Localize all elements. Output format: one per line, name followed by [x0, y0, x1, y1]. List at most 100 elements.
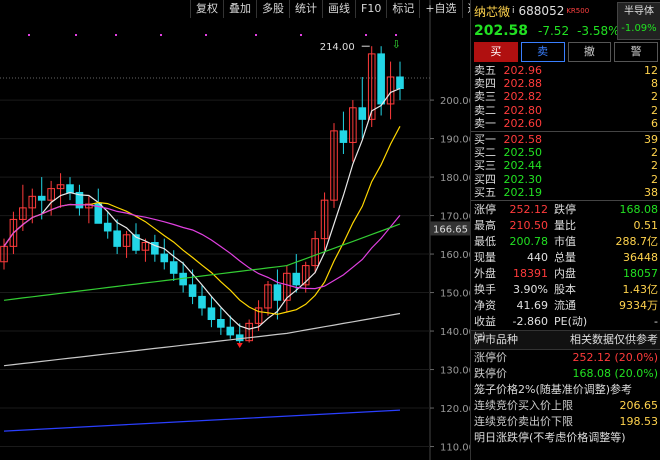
ask-row[interactable]: 卖一 202.60 6	[471, 117, 660, 130]
stat-value: 41.69	[516, 298, 549, 312]
bid-row[interactable]: 买五 202.19 38	[471, 186, 660, 199]
level-label: 卖五	[474, 64, 496, 77]
stat-key: 换手	[474, 282, 496, 296]
toolbar-item-4[interactable]: 画线	[322, 0, 355, 18]
cancel-button[interactable]: 撤	[567, 42, 612, 62]
candle-body	[358, 107, 367, 120]
level-label: 卖四	[474, 77, 496, 91]
sector-name: 半导体	[624, 6, 654, 17]
cage-note: 笼子价格2%(随基准价调整)参考	[474, 382, 633, 396]
ask-row[interactable]: 卖二 202.80 2	[471, 104, 660, 117]
y-tick-label: 130.00	[440, 366, 470, 377]
stat-key: 流通	[554, 298, 576, 312]
stat-value: -2.860	[512, 314, 548, 328]
stat-key: 市值	[554, 234, 576, 248]
stat-key: PE(动)	[554, 314, 588, 328]
stat-value: 0.51	[633, 218, 659, 232]
candle-body	[103, 222, 112, 232]
candle-body	[292, 272, 301, 286]
stat-row: 最高 210.50 量比 0.51	[471, 218, 660, 234]
stat-value: 210.50	[509, 218, 549, 232]
event-dot	[115, 34, 117, 36]
y-tick-label: 200.00	[440, 96, 470, 107]
limit-up-row: 涨停价 252.12 (20.0%)	[471, 350, 660, 366]
toolbar-item-5[interactable]: F10	[355, 0, 386, 18]
low-marker	[236, 342, 243, 348]
y-tick-label: 140.00	[440, 327, 470, 338]
toolbar-item-3[interactable]: 统计	[289, 0, 322, 18]
sell-lower-value: 198.53	[619, 414, 659, 428]
section-right: 相关数据仅供参考	[570, 332, 658, 346]
kline-chart[interactable]: 110.00 120.00 130.00 140.00 150.00 160.00 170.…	[0, 0, 470, 460]
candle-body	[188, 284, 197, 297]
chart-toolbar: 复权叠加多股统计画线F10标记+自选返回	[190, 0, 490, 18]
ma250-line	[3, 409, 401, 432]
stats-table: 涨停 252.12 跌停 168.08 最高 210.50 量比 0.51 最低 200.78 市值…	[471, 202, 660, 344]
level-label: 买二	[474, 146, 496, 160]
level-price: 202.30	[503, 172, 543, 186]
divider	[471, 130, 660, 132]
level-label: 卖一	[474, 116, 496, 130]
stock-code: 688052	[518, 4, 565, 18]
candle-body	[273, 284, 282, 301]
level-volume: 2	[651, 146, 658, 160]
bid-row[interactable]: 买三 202.44 2	[471, 159, 660, 172]
event-dot	[160, 34, 162, 36]
level-volume: 2	[651, 159, 658, 173]
limit-up-value: 252.12 (20.0%)	[572, 350, 658, 364]
section-left: 沪市品种	[474, 332, 518, 346]
toolbar-item-6[interactable]: 标记	[386, 0, 419, 18]
level-volume: 2	[651, 103, 658, 117]
bid-row[interactable]: 买四 202.30 2	[471, 173, 660, 186]
candle-body	[160, 253, 169, 263]
stat-key: 涨停	[474, 202, 496, 216]
candle-body	[396, 76, 404, 90]
level-volume: 38	[644, 185, 658, 199]
stat-value: -	[654, 314, 658, 328]
ask-row[interactable]: 卖五 202.96 12	[471, 64, 660, 77]
level-volume: 12	[644, 64, 658, 77]
bid-row[interactable]: 买二 202.50 2	[471, 146, 660, 159]
toolbar-item-1[interactable]: 叠加	[223, 0, 256, 18]
candle-body	[226, 326, 235, 336]
toolbar-item-7[interactable]: +自选	[419, 0, 461, 18]
section-header[interactable]: 沪市品种 相关数据仅供参考	[471, 329, 660, 350]
y-tick-label: 190.00	[440, 135, 470, 146]
ask-row[interactable]: 卖三 202.82 2	[471, 90, 660, 103]
sector-box[interactable]: 半导体 -1.09%	[617, 2, 660, 40]
alert-button[interactable]: 警	[614, 42, 658, 62]
y-tick-label: 170.00	[440, 212, 470, 223]
candle-body	[113, 230, 121, 247]
limit-down-row: 跌停价 168.08 (20.0%)	[471, 366, 660, 382]
level-label: 买三	[474, 159, 496, 173]
toolbar-item-2[interactable]: 多股	[256, 0, 289, 18]
sell-button[interactable]: 卖	[520, 42, 565, 62]
stat-key: 最低	[474, 234, 496, 248]
stat-value: 18391	[513, 266, 548, 280]
current-price-label: 166.65	[433, 224, 468, 235]
toolbar-item-0[interactable]: 复权	[190, 0, 223, 18]
price-change-pct: -3.58%	[577, 24, 620, 38]
trade-buttons: 买 卖 撤 警	[471, 40, 660, 64]
level-price: 202.19	[503, 185, 543, 199]
event-dot	[75, 34, 77, 36]
level-volume: 8	[651, 77, 658, 91]
ask-row[interactable]: 卖四 202.88 8	[471, 77, 660, 90]
event-dot	[205, 34, 207, 36]
divider	[471, 199, 660, 201]
bid-row[interactable]: 买一 202.58 39	[471, 133, 660, 146]
sector-change: -1.09%	[621, 23, 657, 34]
level-volume: 2	[651, 90, 658, 104]
stat-value: 288.7亿	[615, 234, 659, 248]
buy-button[interactable]: 买	[474, 42, 518, 62]
candle-body	[339, 130, 348, 143]
candle-body	[235, 334, 244, 342]
event-dot	[255, 34, 257, 36]
level-price: 202.80	[503, 103, 543, 117]
stat-value: 200.78	[509, 234, 549, 248]
